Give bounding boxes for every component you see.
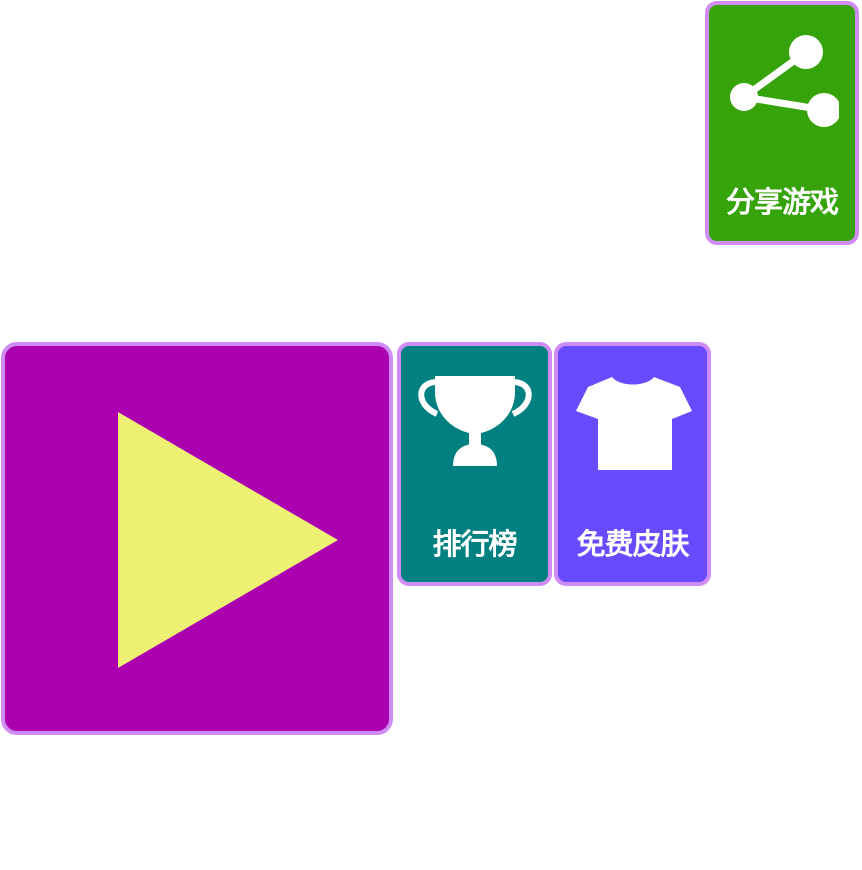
tshirt-icon: [576, 377, 692, 470]
free-skins-button[interactable]: 免费皮肤: [554, 342, 711, 586]
game-menu: 分享游戏 排行榜 免费皮肤: [0, 0, 862, 870]
play-button[interactable]: [1, 342, 393, 735]
leaderboard-button[interactable]: 排行榜: [397, 342, 552, 586]
share-game-label: 分享游戏: [725, 185, 839, 219]
play-icon: [118, 412, 338, 668]
share-icon: [730, 35, 839, 127]
free-skins-label: 免费皮肤: [576, 527, 689, 561]
share-game-button[interactable]: 分享游戏: [705, 1, 859, 245]
trophy-icon: [418, 376, 532, 466]
leaderboard-label: 排行榜: [432, 527, 517, 561]
